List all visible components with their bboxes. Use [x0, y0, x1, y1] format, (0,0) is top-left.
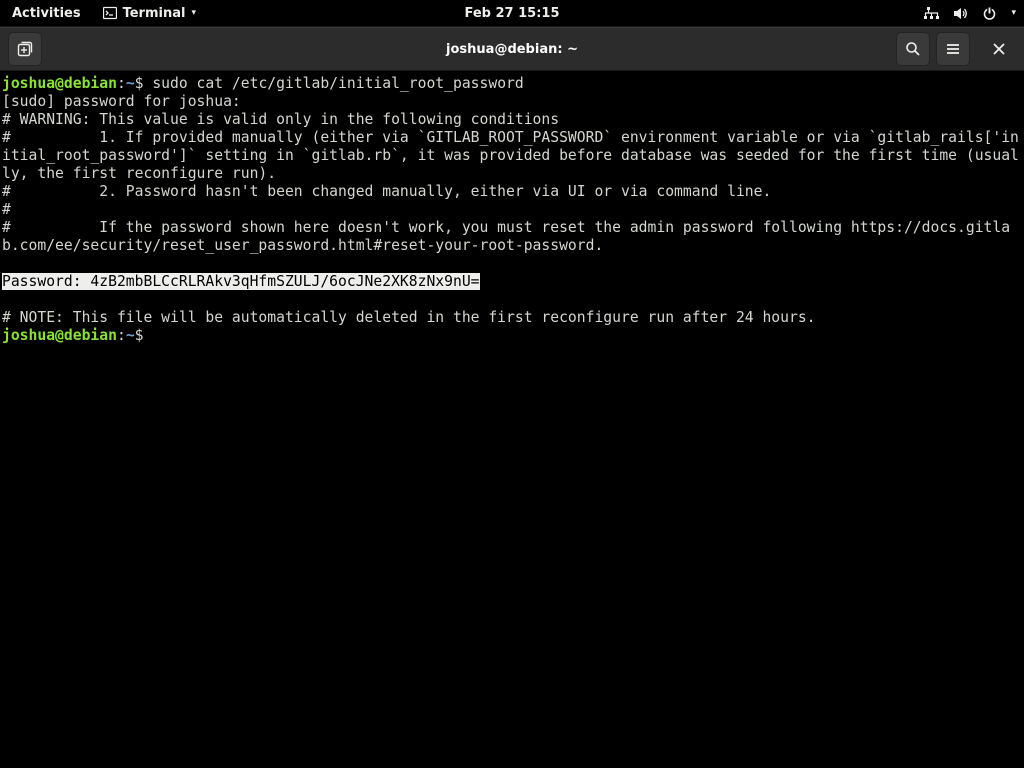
password-line-highlighted: Password: 4zB2mbBLCcRLRAkv3qHfmSZULJ/6oc… — [2, 273, 480, 290]
power-icon — [982, 6, 997, 21]
terminal-headerbar: joshua@debian: ~ — [0, 27, 1024, 71]
terminal-icon — [103, 6, 117, 20]
chevron-down-icon: ▾ — [191, 8, 196, 18]
prompt-user: joshua@debian — [2, 75, 117, 92]
output-line: # If the password shown here doesn't wor… — [2, 219, 1010, 254]
volume-icon — [953, 6, 968, 21]
prompt-dollar: $ — [135, 327, 144, 344]
prompt-user: joshua@debian — [2, 327, 117, 344]
search-button[interactable] — [896, 32, 930, 66]
clock[interactable]: Feb 27 15:15 — [465, 6, 560, 21]
prompt-path: ~ — [126, 327, 135, 344]
network-icon — [924, 6, 939, 21]
system-tray[interactable]: ▾ — [924, 6, 1016, 21]
app-menu-label: Terminal — [123, 6, 186, 21]
terminal-content[interactable]: joshua@debian:~$ sudo cat /etc/gitlab/in… — [0, 71, 1024, 768]
topbar-left: Activities Terminal ▾ — [8, 2, 196, 25]
new-tab-button[interactable] — [8, 32, 42, 66]
chevron-down-icon: ▾ — [1011, 8, 1016, 18]
close-button[interactable] — [982, 32, 1016, 66]
gnome-topbar: Activities Terminal ▾ Feb 27 15:15 ▾ — [0, 0, 1024, 27]
prompt-colon: : — [117, 327, 126, 344]
prompt-path: ~ — [126, 75, 135, 92]
window-title: joshua@debian: ~ — [446, 42, 578, 57]
output-line: # WARNING: This value is valid only in t… — [2, 111, 559, 128]
output-line: # 2. Password hasn't been changed manual… — [2, 183, 771, 200]
prompt-dollar: $ — [135, 75, 144, 92]
output-line: [sudo] password for joshua: — [2, 93, 241, 110]
output-line: # 1. If provided manually (either via `G… — [2, 129, 1019, 182]
headerbar-left — [8, 32, 42, 66]
app-menu[interactable]: Terminal ▾ — [103, 6, 196, 21]
activities-button[interactable]: Activities — [8, 2, 85, 25]
output-line: # — [2, 201, 11, 218]
headerbar-right — [896, 32, 1016, 66]
prompt-colon: : — [117, 75, 126, 92]
menu-button[interactable] — [936, 32, 970, 66]
command-text: sudo cat /etc/gitlab/initial_root_passwo… — [152, 75, 523, 92]
cursor-area — [144, 327, 153, 344]
output-line: # NOTE: This file will be automatically … — [2, 309, 816, 326]
